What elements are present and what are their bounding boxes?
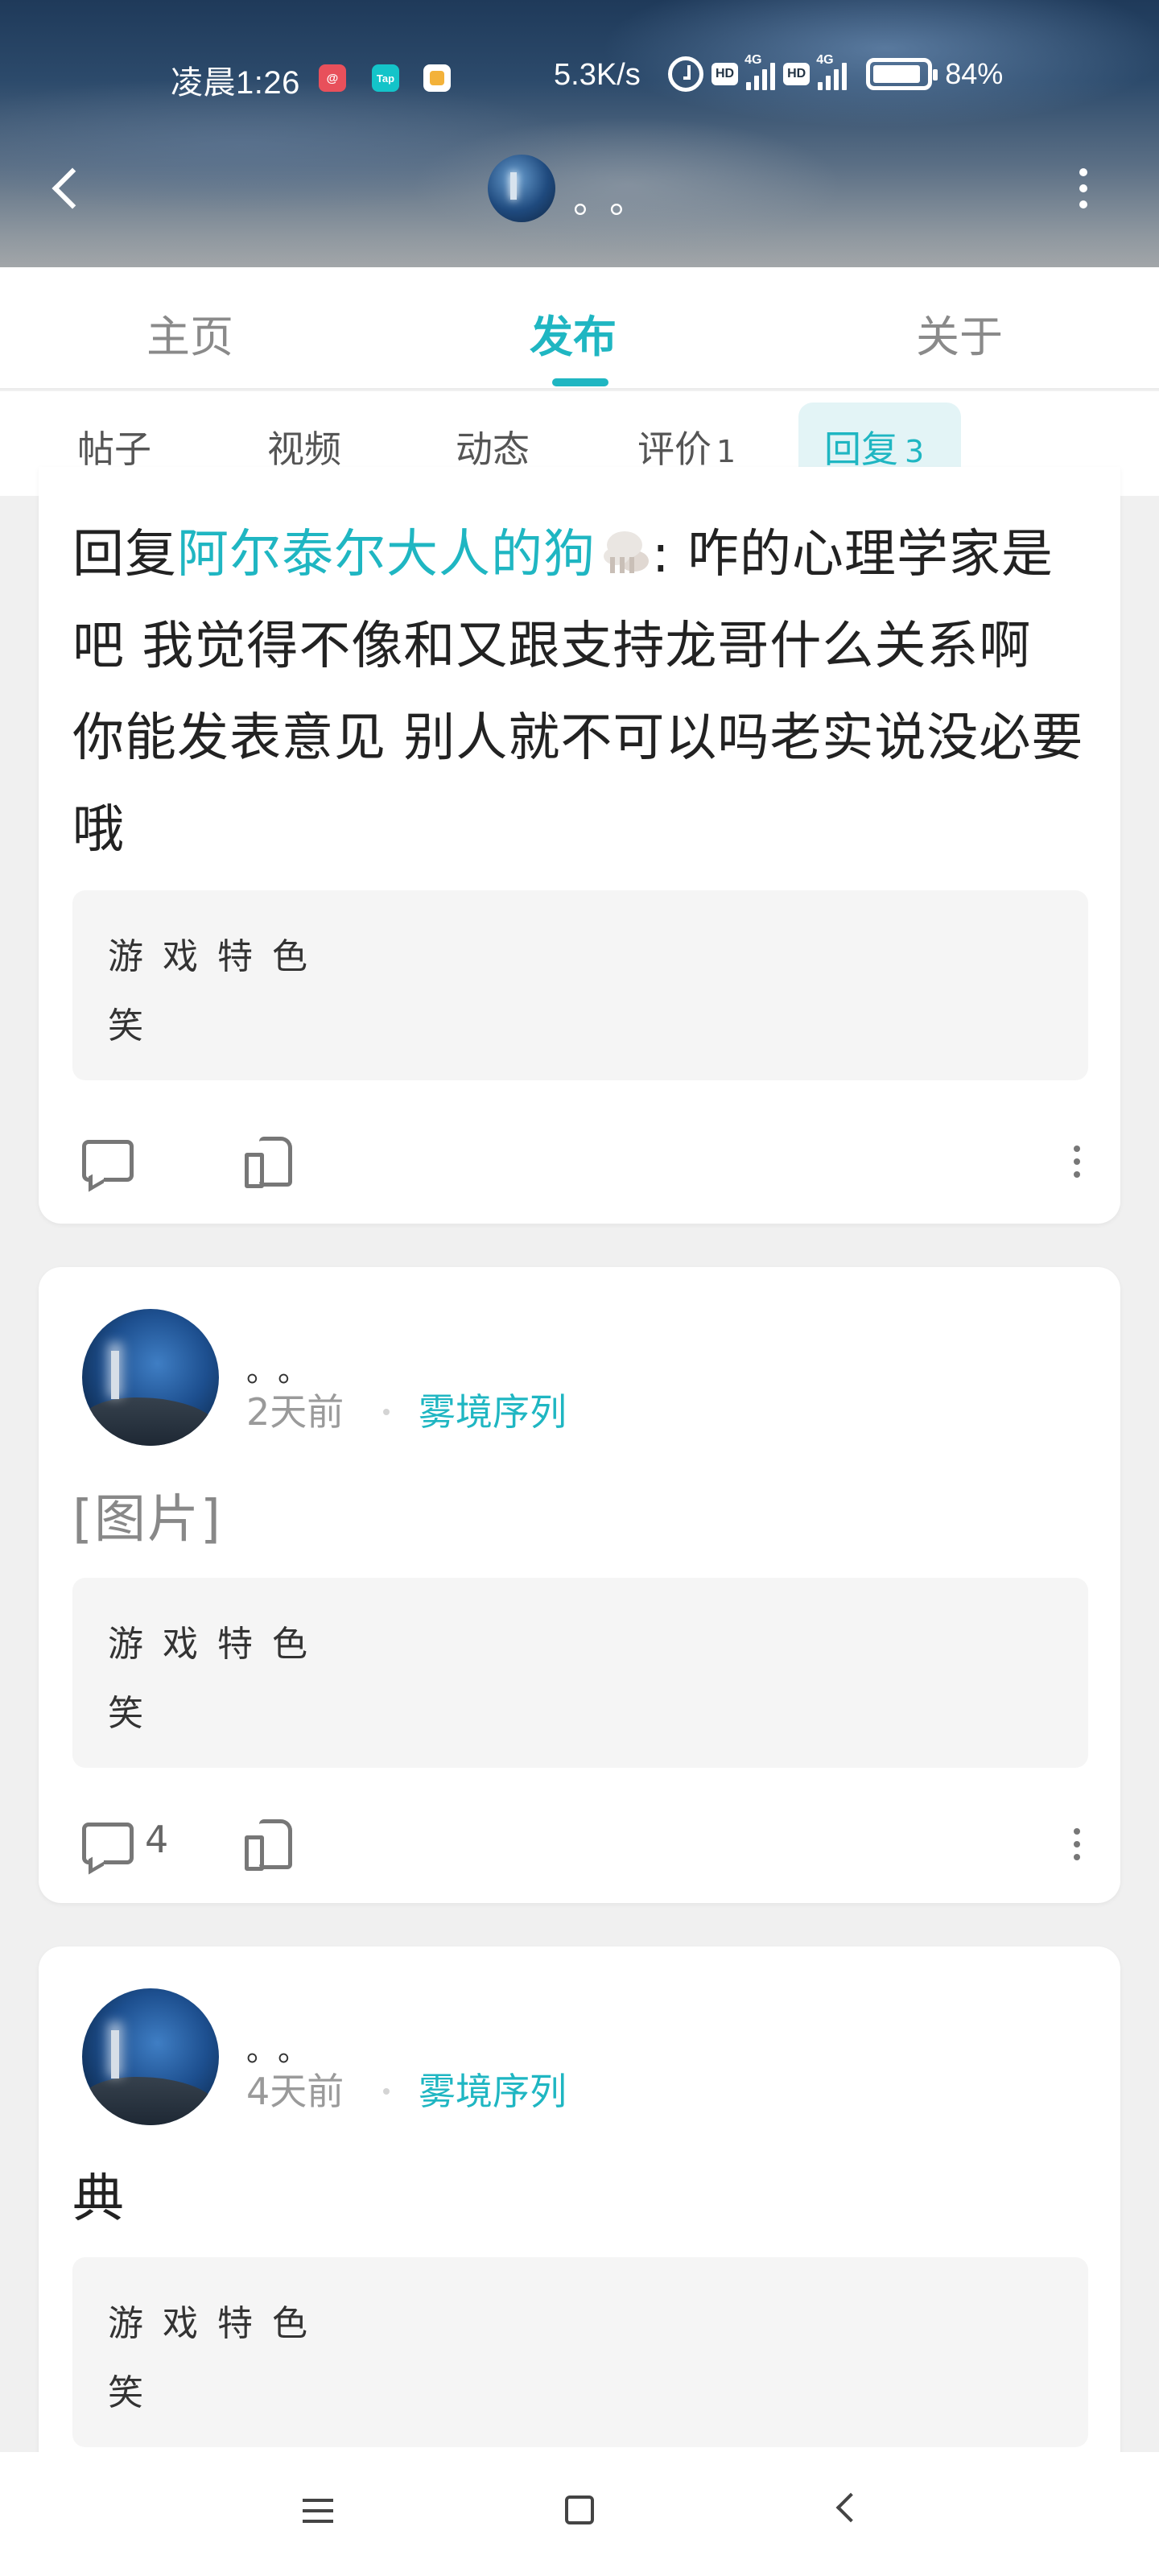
game-link[interactable]: 雾境序列 (419, 1383, 567, 1436)
tab-publish[interactable]: 发布 (530, 301, 617, 365)
post-more-icon[interactable] (1069, 1140, 1085, 1183)
netease-music-icon: @ (319, 64, 346, 92)
game-link[interactable]: 雾境序列 (419, 2062, 567, 2116)
signal-icon: 4G (744, 53, 776, 90)
system-nav-bar (0, 2452, 1159, 2576)
post-time: 2天前 (246, 1390, 344, 1434)
active-tab-indicator (552, 378, 608, 386)
hd-icon-2: HD (783, 63, 810, 85)
home-icon[interactable] (565, 2496, 594, 2524)
status-icons: HD 4G HD 4G 84% (668, 53, 1004, 92)
subtab-replies[interactable]: 回复 3 (824, 420, 924, 473)
post-time: 4天前 (246, 2070, 344, 2113)
status-time: 凌晨1:26 (171, 65, 300, 101)
comment-icon[interactable] (82, 1823, 134, 1864)
notification-app-icon (423, 64, 451, 92)
replies-count: 3 (905, 434, 925, 469)
taptap-icon: Tap (372, 64, 399, 92)
battery-level: 84% (945, 57, 1004, 90)
quote-subtext: 笑 (108, 2372, 143, 2413)
system-back-icon[interactable] (835, 2492, 866, 2523)
reply-card[interactable]: 回复阿尔泰尔大人的狗: 咋的心理学家是吧 我觉得不像和又跟支持龙哥什么关系啊 你… (39, 467, 1120, 1224)
tab-home[interactable]: 主页 (146, 301, 233, 365)
alarm-icon (668, 56, 703, 92)
author-avatar[interactable] (82, 1988, 219, 2125)
post-actions: 4 (39, 1808, 1120, 1880)
subtab-reviews[interactable]: 评价 1 (637, 420, 736, 473)
separator-dot (383, 2088, 390, 2095)
post-body: 典 (72, 2169, 126, 2229)
comment-icon[interactable] (82, 1140, 134, 1182)
header-username: 。。 (573, 178, 664, 221)
quote-title: 游戏特色 (108, 2303, 327, 2344)
more-options-icon[interactable] (1067, 164, 1099, 213)
quote-title: 游戏特色 (108, 936, 327, 977)
quoted-post[interactable]: 游戏特色 笑 (72, 890, 1088, 1080)
mention-link[interactable]: 阿尔泰尔大人的狗 (177, 525, 596, 584)
post-card[interactable]: 。。 2天前 雾境序列 [图片] 游戏特色 笑 4 (39, 1267, 1120, 1903)
back-arrow-icon[interactable] (42, 158, 90, 219)
battery-icon (866, 58, 938, 90)
subtab-videos[interactable]: 视频 (267, 420, 341, 473)
quote-subtext: 笑 (108, 1693, 143, 1734)
hd-icon: HD (711, 63, 739, 85)
post-body: [图片] (72, 1490, 222, 1550)
tab-about[interactable]: 关于 (916, 301, 1003, 365)
reply-content: 回复阿尔泰尔大人的狗: 咋的心理学家是吧 我觉得不像和又跟支持龙哥什么关系啊 你… (72, 523, 1084, 860)
header-avatar[interactable] (488, 155, 555, 222)
main-tabs: 主页 发布 关于 (0, 267, 1159, 390)
quoted-post[interactable]: 游戏特色 笑 (72, 2257, 1088, 2447)
post-more-icon[interactable] (1069, 1823, 1085, 1866)
recent-apps-icon[interactable] (303, 2499, 333, 2523)
poodle-emoji-icon (596, 523, 652, 580)
like-icon[interactable] (245, 1133, 293, 1188)
separator-dot (383, 1409, 390, 1415)
status-bar: 凌晨1:26 @ Tap 5.3K/s HD 4G HD 4G 84% (0, 48, 1159, 105)
author-avatar[interactable] (82, 1309, 219, 1446)
reviews-count: 1 (716, 434, 736, 469)
like-icon[interactable] (245, 1816, 293, 1871)
comment-count: 4 (145, 1818, 169, 1861)
network-speed: 5.3K/s (554, 58, 641, 92)
subtab-posts[interactable]: 帖子 (77, 420, 151, 473)
quote-subtext: 笑 (108, 1005, 143, 1046)
quote-title: 游戏特色 (108, 1624, 327, 1665)
signal-icon-2: 4G (816, 53, 848, 90)
quoted-post[interactable]: 游戏特色 笑 (72, 1578, 1088, 1768)
profile-header: 凌晨1:26 @ Tap 5.3K/s HD 4G HD 4G 84% 。。 (0, 0, 1159, 267)
subtab-moments[interactable]: 动态 (456, 420, 530, 473)
post-actions (39, 1125, 1120, 1198)
